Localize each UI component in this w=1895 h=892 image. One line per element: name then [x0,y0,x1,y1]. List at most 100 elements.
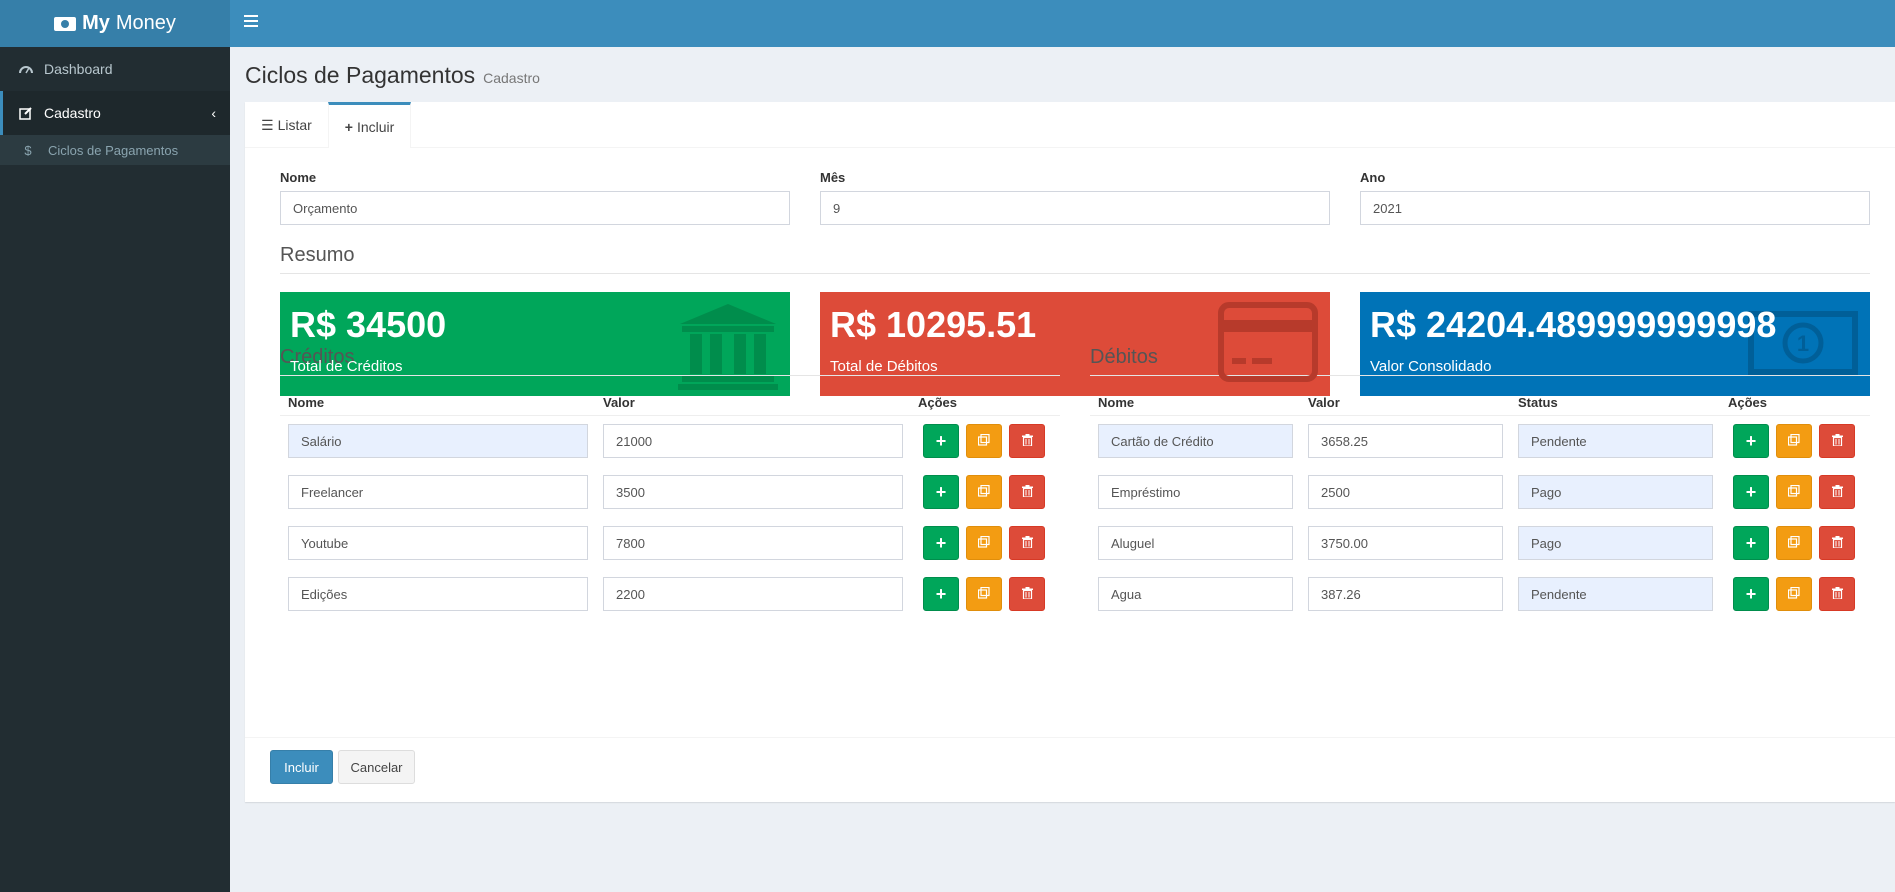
tab-listar[interactable]: ☰ Listar [245,102,328,148]
clone-row-button[interactable] [966,577,1002,611]
trash-icon [1831,433,1843,449]
add-row-button[interactable]: + [1733,577,1769,611]
debit-value-input[interactable] [1308,577,1503,611]
delete-row-button[interactable] [1009,577,1045,611]
clone-row-button[interactable] [1776,424,1812,458]
consolidated-label: Valor Consolidado [1370,358,1492,375]
chevron-left-icon: ‹ [211,105,216,121]
credit-value-input[interactable] [603,475,903,509]
trash-icon [1831,535,1843,551]
dashboard-icon [18,63,34,75]
trash-icon [1021,535,1033,551]
edit-icon [18,106,34,120]
money-icon [54,16,77,31]
delete-row-button[interactable] [1819,424,1855,458]
ano-label: Ano [1360,170,1386,185]
debit-status-input[interactable] [1518,526,1713,560]
credit-value-input[interactable] [603,577,903,611]
clone-row-button[interactable] [966,475,1002,509]
logo-rest: Money [115,12,176,34]
credit-name-input[interactable] [288,577,588,611]
logo-bold: My [82,12,110,34]
copy-icon [1787,433,1800,449]
content-header: Ciclos de Pagamentos Cadastro [245,62,540,89]
delete-row-button[interactable] [1819,475,1855,509]
debitos-header-valor: Valor [1308,395,1340,410]
mes-input[interactable] [820,191,1330,225]
plus-icon: + [1745,583,1757,604]
clone-row-button[interactable] [1776,577,1812,611]
debit-value-input[interactable] [1308,526,1503,560]
copy-icon [977,586,990,602]
credit-name-input[interactable] [288,526,588,560]
sidebar-subitem-label: Ciclos de Pagamentos [48,142,179,158]
consolidated-value: R$ 24204.489999999998 [1370,304,1777,345]
copy-icon [1787,586,1800,602]
consolidated-summary: R$ 24204.489999999998 Valor Consolidado … [1360,292,1870,396]
trash-icon [1021,484,1033,500]
creditos-header-acoes: Ações [918,395,958,410]
credits-total-label: Total de Créditos [290,358,403,375]
plus-icon: + [344,118,353,135]
credit-card-icon [1218,302,1318,385]
sidebar-item-label: Cadastro [44,105,101,121]
debits-summary: R$ 10295.51 Total de Débitos [820,292,1330,396]
trash-icon [1021,433,1033,449]
credit-value-input[interactable] [603,424,903,458]
add-row-button[interactable]: + [1733,526,1769,560]
debit-name-input[interactable] [1098,424,1293,458]
svg-text:1: 1 [1797,331,1809,356]
ano-input[interactable] [1360,191,1870,225]
sidebar-item-cadastro[interactable]: Cadastro ‹ [0,91,230,135]
divider [280,415,1060,416]
add-row-button[interactable]: + [923,475,959,509]
credit-value-input[interactable] [603,526,903,560]
clone-row-button[interactable] [1776,475,1812,509]
debit-value-input[interactable] [1308,475,1503,509]
debitos-header-status: Status [1518,395,1558,410]
add-row-button[interactable]: + [1733,475,1769,509]
debits-total-value: R$ 10295.51 [830,304,1037,345]
divider [1090,415,1870,416]
sidebar-subitem-ciclos[interactable]: $ Ciclos de Pagamentos [0,135,230,165]
debit-status-input[interactable] [1518,577,1713,611]
cancel-button[interactable]: Cancelar [338,750,415,784]
delete-row-button[interactable] [1009,475,1045,509]
main-box: ☰ Listar + Incluir Nome Mês Ano Resumo R… [245,102,1895,802]
resumo-title: Resumo [280,244,1870,274]
plus-icon: + [935,583,947,604]
add-row-button[interactable]: + [923,526,959,560]
add-row-button[interactable]: + [923,424,959,458]
menu-toggle-icon[interactable] [244,15,258,29]
add-row-button[interactable]: + [923,577,959,611]
page-title: Ciclos de Pagamentos [245,62,476,88]
copy-icon [1787,535,1800,551]
debit-value-input[interactable] [1308,424,1503,458]
add-row-button[interactable]: + [1733,424,1769,458]
debit-name-input[interactable] [1098,577,1293,611]
clone-row-button[interactable] [966,424,1002,458]
debit-name-input[interactable] [1098,526,1293,560]
delete-row-button[interactable] [1819,526,1855,560]
top-navbar [230,0,1895,47]
debit-status-input[interactable] [1518,424,1713,458]
footer-divider [245,737,1895,738]
clone-row-button[interactable] [966,526,1002,560]
tab-incluir[interactable]: + Incluir [327,102,412,148]
sidebar-item-dashboard[interactable]: Dashboard [0,47,230,91]
credit-name-input[interactable] [288,424,588,458]
credit-name-input[interactable] [288,475,588,509]
clone-row-button[interactable] [1776,526,1812,560]
delete-row-button[interactable] [1009,424,1045,458]
delete-row-button[interactable] [1819,577,1855,611]
debit-name-input[interactable] [1098,475,1293,509]
trash-icon [1021,586,1033,602]
debit-status-input[interactable] [1518,475,1713,509]
submit-button[interactable]: Incluir [270,750,333,784]
credits-total-value: R$ 34500 [290,304,447,345]
app-logo[interactable]: My Money [0,0,230,47]
creditos-header-nome: Nome [288,395,325,410]
nome-input[interactable] [280,191,790,225]
bank-icon [678,302,778,395]
delete-row-button[interactable] [1009,526,1045,560]
